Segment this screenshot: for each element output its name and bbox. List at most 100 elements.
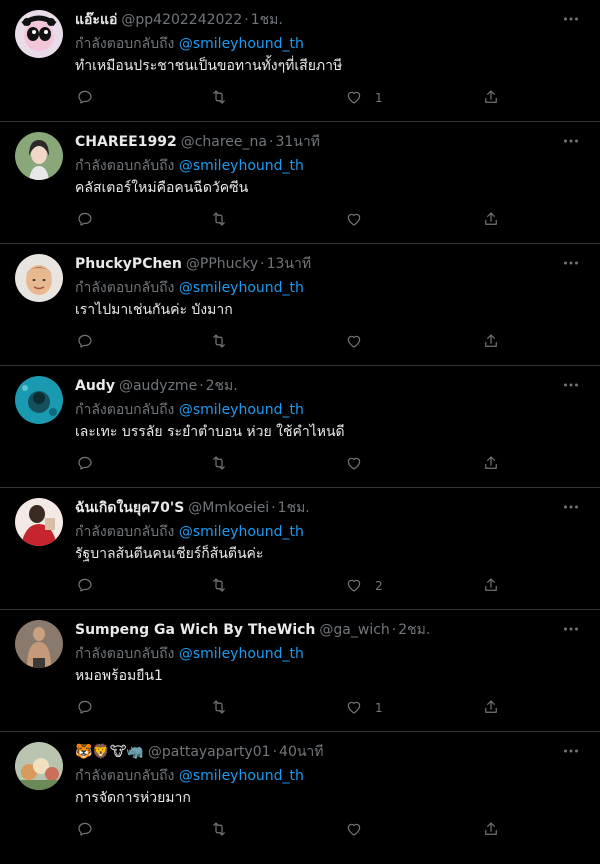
replying-to: กำลังตอบกลับถึง @smileyhound_th [75,278,304,298]
retweet-button[interactable] [210,208,228,232]
retweet-button[interactable] [210,696,228,720]
timestamp[interactable]: 40นาที [279,744,323,760]
replying-to: กำลังตอบกลับถึง @smileyhound_th [75,644,304,664]
display-name[interactable]: Sumpeng Ga Wich By TheWich [75,622,315,638]
reply-button[interactable] [76,330,94,354]
like-button[interactable] [345,330,375,354]
like-button[interactable] [345,818,375,842]
red-outfit-avatar[interactable] [15,498,63,546]
share-button[interactable] [482,86,500,110]
mention-link[interactable]: @smileyhound_th [179,768,304,784]
user-handle[interactable]: @ga_wich [319,622,389,638]
more-options-icon[interactable] [562,132,580,150]
display-name[interactable]: แอ๊ะแอ่ [75,12,117,28]
reply-icon [76,698,94,719]
timestamp[interactable]: 2ชม. [398,622,430,638]
tweet-actions: 1 [75,696,505,720]
user-handle[interactable]: @PPhucky [186,256,258,272]
more-options-icon[interactable] [562,10,580,28]
plush-toys-avatar[interactable] [15,742,63,790]
retweet-button[interactable] [210,330,228,354]
user-handle[interactable]: @pp4202242022 [121,12,242,28]
mention-link[interactable]: @smileyhound_th [179,280,304,296]
woman-avatar[interactable] [15,132,63,180]
tweet-1[interactable]: แอ๊ะแอ่ @pp4202242022 · 1ชม. กำลังตอบกลับถึ… [0,0,600,122]
reply-button[interactable] [76,208,94,232]
separator-dot: · [272,744,278,760]
more-options-icon[interactable] [562,498,580,516]
like-count: 1 [375,91,383,105]
replying-to: กำลังตอบกลับถึง @smileyhound_th [75,400,304,420]
man-face-avatar[interactable] [15,254,63,302]
retweet-button[interactable] [210,574,228,598]
cartoon-girl-avatar[interactable] [15,10,63,58]
timestamp[interactable]: 31นาที [275,134,319,150]
tweet-5[interactable]: ฉันเกิดในยุค70'S @Mmkoeiei · 1ชม. กำลังตอบก… [0,488,600,610]
tweet-header: 🐯🦁🐮🦏 @pattayaparty01 · 40นาที [75,742,560,762]
user-handle[interactable]: @charee_na [181,134,267,150]
share-button[interactable] [482,696,500,720]
mention-link[interactable]: @smileyhound_th [179,402,304,418]
reply-button[interactable] [76,86,94,110]
like-button[interactable] [345,208,375,232]
tweet-7[interactable]: 🐯🦁🐮🦏 @pattayaparty01 · 40นาที กำลังตอบกลับถ… [0,732,600,854]
like-button[interactable]: 2 [345,574,383,598]
share-button[interactable] [482,574,500,598]
user-handle[interactable]: @audyzme [119,378,197,394]
display-name[interactable]: Audy [75,378,115,394]
share-icon [482,332,500,353]
reply-button[interactable] [76,818,94,842]
more-options-icon[interactable] [562,620,580,638]
share-icon [482,576,500,597]
reply-button[interactable] [76,574,94,598]
tweet-2[interactable]: CHAREE1992 @charee_na · 31นาที กำลังตอบกลับ… [0,122,600,244]
heart-icon [345,454,363,475]
timestamp[interactable]: 2ชม. [206,378,238,394]
share-button[interactable] [482,818,500,842]
like-button[interactable]: 1 [345,696,383,720]
reply-button[interactable] [76,452,94,476]
replying-to-label: กำลังตอบกลับถึง [75,402,175,418]
retweet-button[interactable] [210,86,228,110]
tweet-header: CHAREE1992 @charee_na · 31นาที [75,132,560,152]
timestamp[interactable]: 1ชม. [278,500,310,516]
heart-icon [345,698,363,719]
display-name[interactable]: ฉันเกิดในยุค70'S [75,500,184,516]
replying-to-label: กำลังตอบกลับถึง [75,158,175,174]
more-options-icon[interactable] [562,376,580,394]
mention-link[interactable]: @smileyhound_th [179,524,304,540]
share-button[interactable] [482,208,500,232]
share-icon [482,820,500,841]
retweet-icon [210,698,228,719]
mention-link[interactable]: @smileyhound_th [179,36,304,52]
mention-link[interactable]: @smileyhound_th [179,158,304,174]
user-handle[interactable]: @Mmkoeiei [188,500,269,516]
tweet-header: แอ๊ะแอ่ @pp4202242022 · 1ชม. [75,10,560,30]
underwater-avatar[interactable] [15,376,63,424]
more-options-icon[interactable] [562,742,580,760]
display-name[interactable]: CHAREE1992 [75,134,177,150]
share-button[interactable] [482,330,500,354]
user-handle[interactable]: @pattayaparty01 [148,744,271,760]
retweet-button[interactable] [210,452,228,476]
timestamp[interactable]: 13นาที [267,256,311,272]
tweet-3[interactable]: PhuckyPChen @PPhucky · 13นาที กำลังตอบกลับถ… [0,244,600,366]
like-button[interactable]: 1 [345,86,383,110]
share-button[interactable] [482,452,500,476]
tweet-6[interactable]: Sumpeng Ga Wich By TheWich @ga_wich · 2ชม. … [0,610,600,732]
tweet-actions [75,330,505,354]
mention-link[interactable]: @smileyhound_th [179,646,304,662]
replying-to-label: กำลังตอบกลับถึง [75,768,175,784]
timestamp[interactable]: 1ชม. [251,12,283,28]
like-button[interactable] [345,452,375,476]
shirtless-man-avatar[interactable] [15,620,63,668]
retweet-icon [210,210,228,231]
tweet-4[interactable]: Audy @audyzme · 2ชม. กำลังตอบกลับถึง @smile… [0,366,600,488]
retweet-button[interactable] [210,818,228,842]
retweet-icon [210,576,228,597]
more-options-icon[interactable] [562,254,580,272]
reply-button[interactable] [76,696,94,720]
heart-icon [345,332,363,353]
display-name[interactable]: PhuckyPChen [75,256,182,272]
display-name[interactable]: 🐯🦁🐮🦏 [75,744,144,760]
